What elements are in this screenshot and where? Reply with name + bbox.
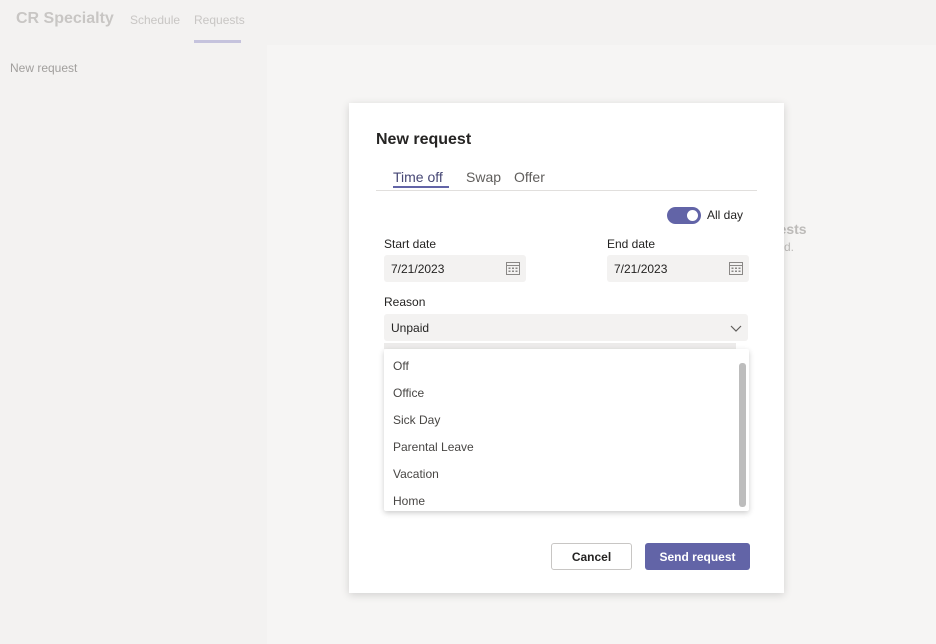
end-date-value: 7/21/2023	[614, 262, 668, 276]
tab-requests-underline	[194, 40, 241, 43]
scrollbar-thumb[interactable]	[739, 363, 746, 507]
start-date-field[interactable]: 7/21/2023	[384, 255, 526, 282]
toggle-knob	[687, 210, 698, 221]
dropdown-scrollbar[interactable]	[739, 363, 746, 507]
reason-dropdown-list[interactable]: Off Office Sick Day Parental Leave Vacat…	[384, 349, 749, 511]
app-title: CR Specialty	[16, 10, 114, 27]
dialog-title: New request	[376, 131, 472, 148]
end-date-field[interactable]: 7/21/2023	[607, 255, 749, 282]
left-panel	[0, 45, 267, 644]
reason-label: Reason	[384, 295, 426, 309]
chevron-down-icon	[730, 325, 742, 332]
send-request-button[interactable]: Send request	[645, 543, 750, 570]
calendar-icon[interactable]	[506, 261, 520, 275]
start-date-label: Start date	[384, 237, 437, 251]
reason-option-office[interactable]: Office	[393, 386, 424, 400]
end-date-label: End date	[607, 237, 656, 251]
tab-requests[interactable]: Requests	[194, 13, 245, 27]
tab-swap[interactable]: Swap	[466, 169, 501, 185]
start-date-value: 7/21/2023	[391, 262, 445, 276]
all-day-label: All day	[707, 208, 744, 222]
reason-select[interactable]: Unpaid	[384, 314, 748, 341]
all-day-toggle[interactable]	[667, 207, 701, 224]
tab-schedule[interactable]: Schedule	[130, 13, 180, 27]
top-bar: CR Specialty Schedule Requests	[0, 0, 936, 45]
cancel-button[interactable]: Cancel	[551, 543, 632, 570]
reason-selected-value: Unpaid	[391, 321, 430, 335]
reason-option-off[interactable]: Off	[393, 359, 409, 373]
tab-offer[interactable]: Offer	[514, 169, 545, 185]
reason-option-vacation[interactable]: Vacation	[393, 467, 439, 481]
reason-option-sick-day[interactable]: Sick Day	[393, 413, 440, 427]
new-request-dialog: New request Time off Swap Offer All day …	[349, 103, 784, 593]
reason-option-home[interactable]: Home	[393, 494, 425, 508]
tab-time-off[interactable]: Time off	[393, 169, 443, 185]
active-tab-underline	[393, 186, 449, 188]
calendar-icon[interactable]	[729, 261, 743, 275]
reason-option-parental-leave[interactable]: Parental Leave	[393, 440, 474, 454]
left-new-request-link[interactable]: New request	[10, 61, 77, 75]
dialog-tabs: Time off Swap Offer	[376, 169, 757, 191]
